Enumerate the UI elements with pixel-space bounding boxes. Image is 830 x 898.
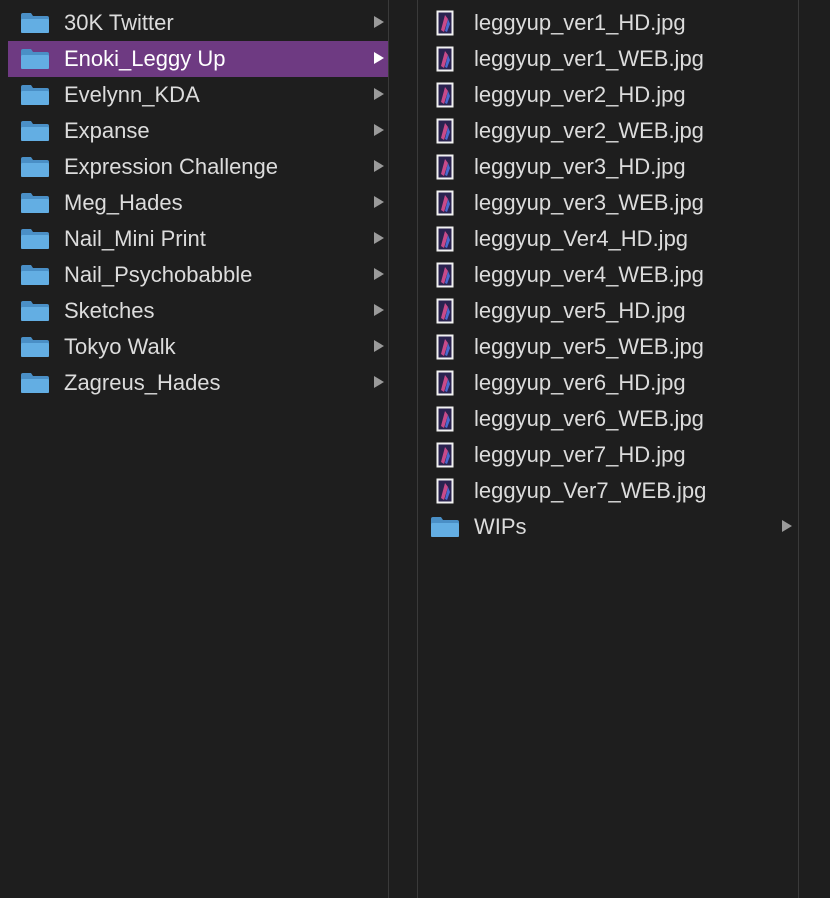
file-label: leggyup_ver5_HD.jpg	[474, 298, 686, 323]
chevron-right-icon	[374, 232, 384, 244]
file-row[interactable]: leggyup_ver6_HD.jpg	[418, 365, 798, 401]
image-file-icon	[436, 46, 454, 72]
image-file-icon	[436, 442, 454, 468]
chevron-right-icon	[782, 520, 792, 532]
folder-label: WIPs	[474, 514, 527, 539]
file-row[interactable]: leggyup_ver4_WEB.jpg	[418, 257, 798, 293]
image-file-icon	[436, 10, 454, 36]
file-row[interactable]: leggyup_ver2_HD.jpg	[418, 77, 798, 113]
file-label: leggyup_ver4_WEB.jpg	[474, 262, 704, 287]
file-label: leggyup_ver6_WEB.jpg	[474, 406, 704, 431]
file-row[interactable]: leggyup_ver2_WEB.jpg	[418, 113, 798, 149]
image-file-icon	[436, 226, 454, 252]
file-row[interactable]: leggyup_Ver7_WEB.jpg	[418, 473, 798, 509]
file-row[interactable]: leggyup_Ver4_HD.jpg	[418, 221, 798, 257]
file-label: leggyup_ver3_HD.jpg	[474, 154, 686, 179]
file-row[interactable]: leggyup_ver3_WEB.jpg	[418, 185, 798, 221]
folder-icon	[21, 265, 49, 285]
folder-label: Evelynn_KDA	[64, 82, 200, 107]
file-label: leggyup_ver2_HD.jpg	[474, 82, 686, 107]
folder-row-expression-challenge[interactable]: Expression Challenge	[8, 149, 388, 185]
image-file-icon	[436, 298, 454, 324]
folder-label: 30K Twitter	[64, 10, 174, 35]
file-row[interactable]: leggyup_ver1_HD.jpg	[418, 5, 798, 41]
chevron-right-icon	[374, 52, 384, 64]
folder-label: Nail_Mini Print	[64, 226, 206, 251]
folder-label: Enoki_Leggy Up	[64, 46, 226, 71]
file-label: leggyup_ver5_WEB.jpg	[474, 334, 704, 359]
folder-row-meg-hades[interactable]: Meg_Hades	[8, 185, 388, 221]
folder-icon	[21, 373, 49, 393]
file-label: leggyup_ver1_HD.jpg	[474, 10, 686, 35]
folder-row-zagreus-hades[interactable]: Zagreus_Hades	[8, 365, 388, 401]
image-file-icon	[436, 370, 454, 396]
file-label: leggyup_ver3_WEB.jpg	[474, 190, 704, 215]
file-label: leggyup_ver7_HD.jpg	[474, 442, 686, 467]
file-row[interactable]: leggyup_ver5_HD.jpg	[418, 293, 798, 329]
folder-icon	[21, 13, 49, 33]
folder-label: Expanse	[64, 118, 150, 143]
folder-row-expanse[interactable]: Expanse	[8, 113, 388, 149]
folder-icon	[431, 517, 459, 537]
image-file-icon	[436, 118, 454, 144]
file-column: leggyup_ver1_HD.jpg leggyup_ver1_WEB.jpg…	[418, 0, 798, 898]
folder-icon	[21, 49, 49, 69]
folder-row-evelynn-kda[interactable]: Evelynn_KDA	[8, 77, 388, 113]
folder-label: Zagreus_Hades	[64, 370, 221, 395]
folder-row-30k-twitter[interactable]: 30K Twitter	[8, 5, 388, 41]
chevron-right-icon	[374, 16, 384, 28]
folder-row-enoki-leggy-up[interactable]: Enoki_Leggy Up	[8, 41, 388, 77]
folder-label: Nail_Psychobabble	[64, 262, 253, 287]
file-row[interactable]: leggyup_ver6_WEB.jpg	[418, 401, 798, 437]
image-file-icon	[436, 478, 454, 504]
folder-row-nail-psychobabble[interactable]: Nail_Psychobabble	[8, 257, 388, 293]
chevron-right-icon	[374, 268, 384, 280]
chevron-right-icon	[374, 124, 384, 136]
folder-label: Meg_Hades	[64, 190, 183, 215]
file-row[interactable]: leggyup_ver3_HD.jpg	[418, 149, 798, 185]
chevron-right-icon	[374, 160, 384, 172]
empty-column	[799, 0, 830, 898]
folder-label: Tokyo Walk	[64, 334, 176, 359]
chevron-right-icon	[374, 340, 384, 352]
folder-row-sketches[interactable]: Sketches	[8, 293, 388, 329]
column-browser: 30K Twitter Enoki_Leggy Up Evelynn_KDA E…	[0, 0, 830, 898]
file-row[interactable]: leggyup_ver7_HD.jpg	[418, 437, 798, 473]
file-label: leggyup_ver6_HD.jpg	[474, 370, 686, 395]
file-row[interactable]: leggyup_ver1_WEB.jpg	[418, 41, 798, 77]
folder-row-tokyo-walk[interactable]: Tokyo Walk	[8, 329, 388, 365]
chevron-right-icon	[374, 88, 384, 100]
image-file-icon	[436, 190, 454, 216]
chevron-right-icon	[374, 304, 384, 316]
folder-icon	[21, 229, 49, 249]
file-row[interactable]: leggyup_ver5_WEB.jpg	[418, 329, 798, 365]
folder-row-nail-mini-print[interactable]: Nail_Mini Print	[8, 221, 388, 257]
folder-icon	[21, 157, 49, 177]
folder-icon	[21, 301, 49, 321]
folder-icon	[21, 193, 49, 213]
file-label: leggyup_ver1_WEB.jpg	[474, 46, 704, 71]
chevron-right-icon	[374, 196, 384, 208]
image-file-icon	[436, 82, 454, 108]
folder-icon	[21, 337, 49, 357]
image-file-icon	[436, 406, 454, 432]
file-label: leggyup_Ver7_WEB.jpg	[474, 478, 707, 503]
chevron-right-icon	[374, 376, 384, 388]
column-gutter	[389, 0, 417, 898]
image-file-icon	[436, 154, 454, 180]
folder-icon	[21, 121, 49, 141]
file-label: leggyup_ver2_WEB.jpg	[474, 118, 704, 143]
folder-label: Expression Challenge	[64, 154, 279, 179]
image-file-icon	[436, 334, 454, 360]
folder-row-wips[interactable]: WIPs	[418, 509, 798, 545]
folder-label: Sketches	[64, 298, 155, 323]
file-label: leggyup_Ver4_HD.jpg	[474, 226, 689, 251]
folder-column: 30K Twitter Enoki_Leggy Up Evelynn_KDA E…	[0, 0, 388, 898]
image-file-icon	[436, 262, 454, 288]
folder-icon	[21, 85, 49, 105]
